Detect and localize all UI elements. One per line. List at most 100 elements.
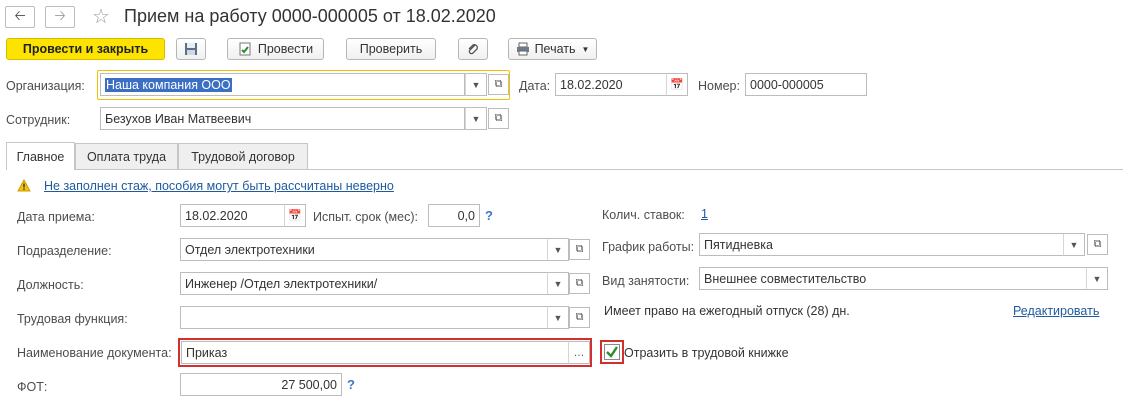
open-form-icon: ⧉: [494, 112, 503, 124]
chevron-down-icon: ▼: [471, 79, 481, 90]
open-form-icon: ⧉: [494, 78, 503, 90]
rates-label: Колич. ставок:: [602, 208, 685, 222]
employment-dropdown-button[interactable]: ▼: [1086, 267, 1108, 290]
org-open-button[interactable]: ⧉: [488, 74, 509, 95]
position-open-button[interactable]: ⧉: [569, 273, 590, 294]
chevron-down-icon: ▼: [1069, 239, 1079, 250]
department-open-button[interactable]: ⧉: [569, 239, 590, 260]
position-label: Должность:: [17, 278, 84, 292]
edit-link[interactable]: Редактировать: [1013, 304, 1099, 318]
chevron-down-icon: ▼: [471, 113, 481, 124]
paperclip-icon: [468, 44, 478, 55]
position-dropdown-button[interactable]: ▼: [547, 272, 569, 295]
workbook-checkbox[interactable]: [604, 344, 620, 360]
star-icon[interactable]: ☆: [92, 4, 110, 29]
labor-function-field[interactable]: [180, 306, 548, 329]
probation-label: Испыт. срок (мес):: [313, 210, 418, 224]
chevron-down-icon: ▼: [581, 44, 590, 54]
open-form-icon: ⧉: [575, 277, 584, 289]
doc-name-select-button[interactable]: …: [568, 341, 590, 364]
doc-name-field[interactable]: Приказ: [181, 341, 569, 364]
employee-open-button[interactable]: ⧉: [488, 108, 509, 129]
chevron-down-icon: ▼: [553, 312, 563, 323]
open-form-icon: ⧉: [575, 311, 584, 323]
fot-field[interactable]: 27 500,00: [180, 373, 342, 396]
employment-label: Вид занятости:: [602, 274, 690, 288]
save-button[interactable]: [176, 38, 206, 60]
org-field[interactable]: Наша компания ООО: [100, 73, 465, 96]
employment-field[interactable]: Внешнее совместительство: [699, 267, 1087, 290]
position-value: Инженер /Отдел электротехники/: [185, 276, 378, 291]
hire-date-field[interactable]: 18.02.2020: [180, 204, 285, 227]
probation-help-icon[interactable]: ?: [485, 208, 493, 223]
employee-field[interactable]: Безухов Иван Матвеевич: [100, 107, 465, 130]
checkmark-icon: [606, 346, 618, 358]
schedule-open-button[interactable]: ⧉: [1087, 234, 1108, 255]
ellipsis-icon: …: [573, 346, 585, 359]
number-field[interactable]: 0000-000005: [745, 73, 867, 96]
doc-name-value: Приказ: [186, 345, 228, 360]
employee-label: Сотрудник:: [6, 113, 71, 127]
rates-link[interactable]: 1: [701, 207, 708, 221]
department-dropdown-button[interactable]: ▼: [547, 238, 569, 261]
employment-value: Внешнее совместительство: [704, 271, 867, 286]
post-button-label: Провести: [257, 42, 314, 56]
warning-link[interactable]: Не заполнен стаж, пособия могут быть рас…: [44, 179, 394, 193]
schedule-dropdown-button[interactable]: ▼: [1063, 233, 1085, 256]
fot-help-icon[interactable]: ?: [347, 377, 355, 392]
forward-button[interactable]: 🡢: [45, 6, 75, 28]
tab-main[interactable]: Главное: [6, 142, 75, 170]
org-value: Наша компания ООО: [105, 77, 232, 92]
tab-divider: [6, 169, 1123, 170]
probation-value: 0,0: [457, 208, 475, 223]
check-button[interactable]: Проверить: [346, 38, 436, 60]
labor-function-dropdown-button[interactable]: ▼: [547, 306, 569, 329]
employee-value: Безухов Иван Матвеевич: [105, 111, 252, 126]
number-label: Номер:: [698, 79, 740, 93]
date-calendar-button[interactable]: 📅: [666, 73, 688, 96]
back-button[interactable]: 🡠: [5, 6, 35, 28]
department-label: Подразделение:: [17, 244, 112, 258]
attach-button[interactable]: [458, 38, 488, 60]
page-title: Прием на работу 0000-000005 от 18.02.202…: [124, 6, 496, 26]
save-icon: [185, 43, 197, 55]
hire-date-calendar-button[interactable]: 📅: [284, 204, 306, 227]
fot-value: 27 500,00: [281, 377, 337, 392]
schedule-field[interactable]: Пятидневка: [699, 233, 1064, 256]
hire-date-value: 18.02.2020: [185, 208, 248, 223]
fot-label: ФОТ:: [17, 380, 48, 394]
employee-dropdown-button[interactable]: ▼: [465, 107, 487, 130]
date-label: Дата:: [519, 79, 551, 93]
department-field[interactable]: Отдел электротехники: [180, 238, 548, 261]
tab-contract[interactable]: Трудовой договор: [178, 143, 308, 169]
schedule-value: Пятидневка: [704, 237, 773, 252]
arrow-right-icon: 🡢: [54, 7, 66, 23]
open-form-icon: ⧉: [575, 243, 584, 255]
chevron-down-icon: ▼: [553, 278, 563, 289]
post-and-close-button[interactable]: Провести и закрыть: [6, 38, 165, 60]
post-button[interactable]: Провести: [227, 38, 324, 60]
date-value: 18.02.2020: [560, 77, 623, 92]
org-label: Организация:: [6, 79, 85, 93]
chevron-down-icon: ▼: [553, 244, 563, 255]
tab-payment[interactable]: Оплата труда: [75, 143, 178, 169]
date-field[interactable]: 18.02.2020: [555, 73, 667, 96]
chevron-down-icon: ▼: [1092, 273, 1102, 284]
workbook-label[interactable]: Отразить в трудовой книжке: [624, 346, 789, 360]
labor-function-label: Трудовая функция:: [17, 312, 128, 326]
open-form-icon: ⧉: [1093, 238, 1102, 250]
printer-icon: [516, 42, 529, 56]
print-button[interactable]: Печать ▼: [508, 38, 597, 60]
probation-field[interactable]: 0,0: [428, 204, 480, 227]
org-dropdown-button[interactable]: ▼: [465, 73, 487, 96]
department-value: Отдел электротехники: [185, 242, 315, 257]
labor-function-open-button[interactable]: ⧉: [569, 307, 590, 328]
calendar-icon: 📅: [670, 79, 684, 91]
arrow-left-icon: 🡠: [14, 7, 26, 23]
print-button-label: Печать: [534, 42, 576, 56]
hire-date-label: Дата приема:: [17, 210, 95, 224]
position-field[interactable]: Инженер /Отдел электротехники/: [180, 272, 548, 295]
schedule-label: График работы:: [602, 240, 695, 254]
number-value: 0000-000005: [750, 77, 824, 92]
post-icon: [239, 42, 251, 56]
